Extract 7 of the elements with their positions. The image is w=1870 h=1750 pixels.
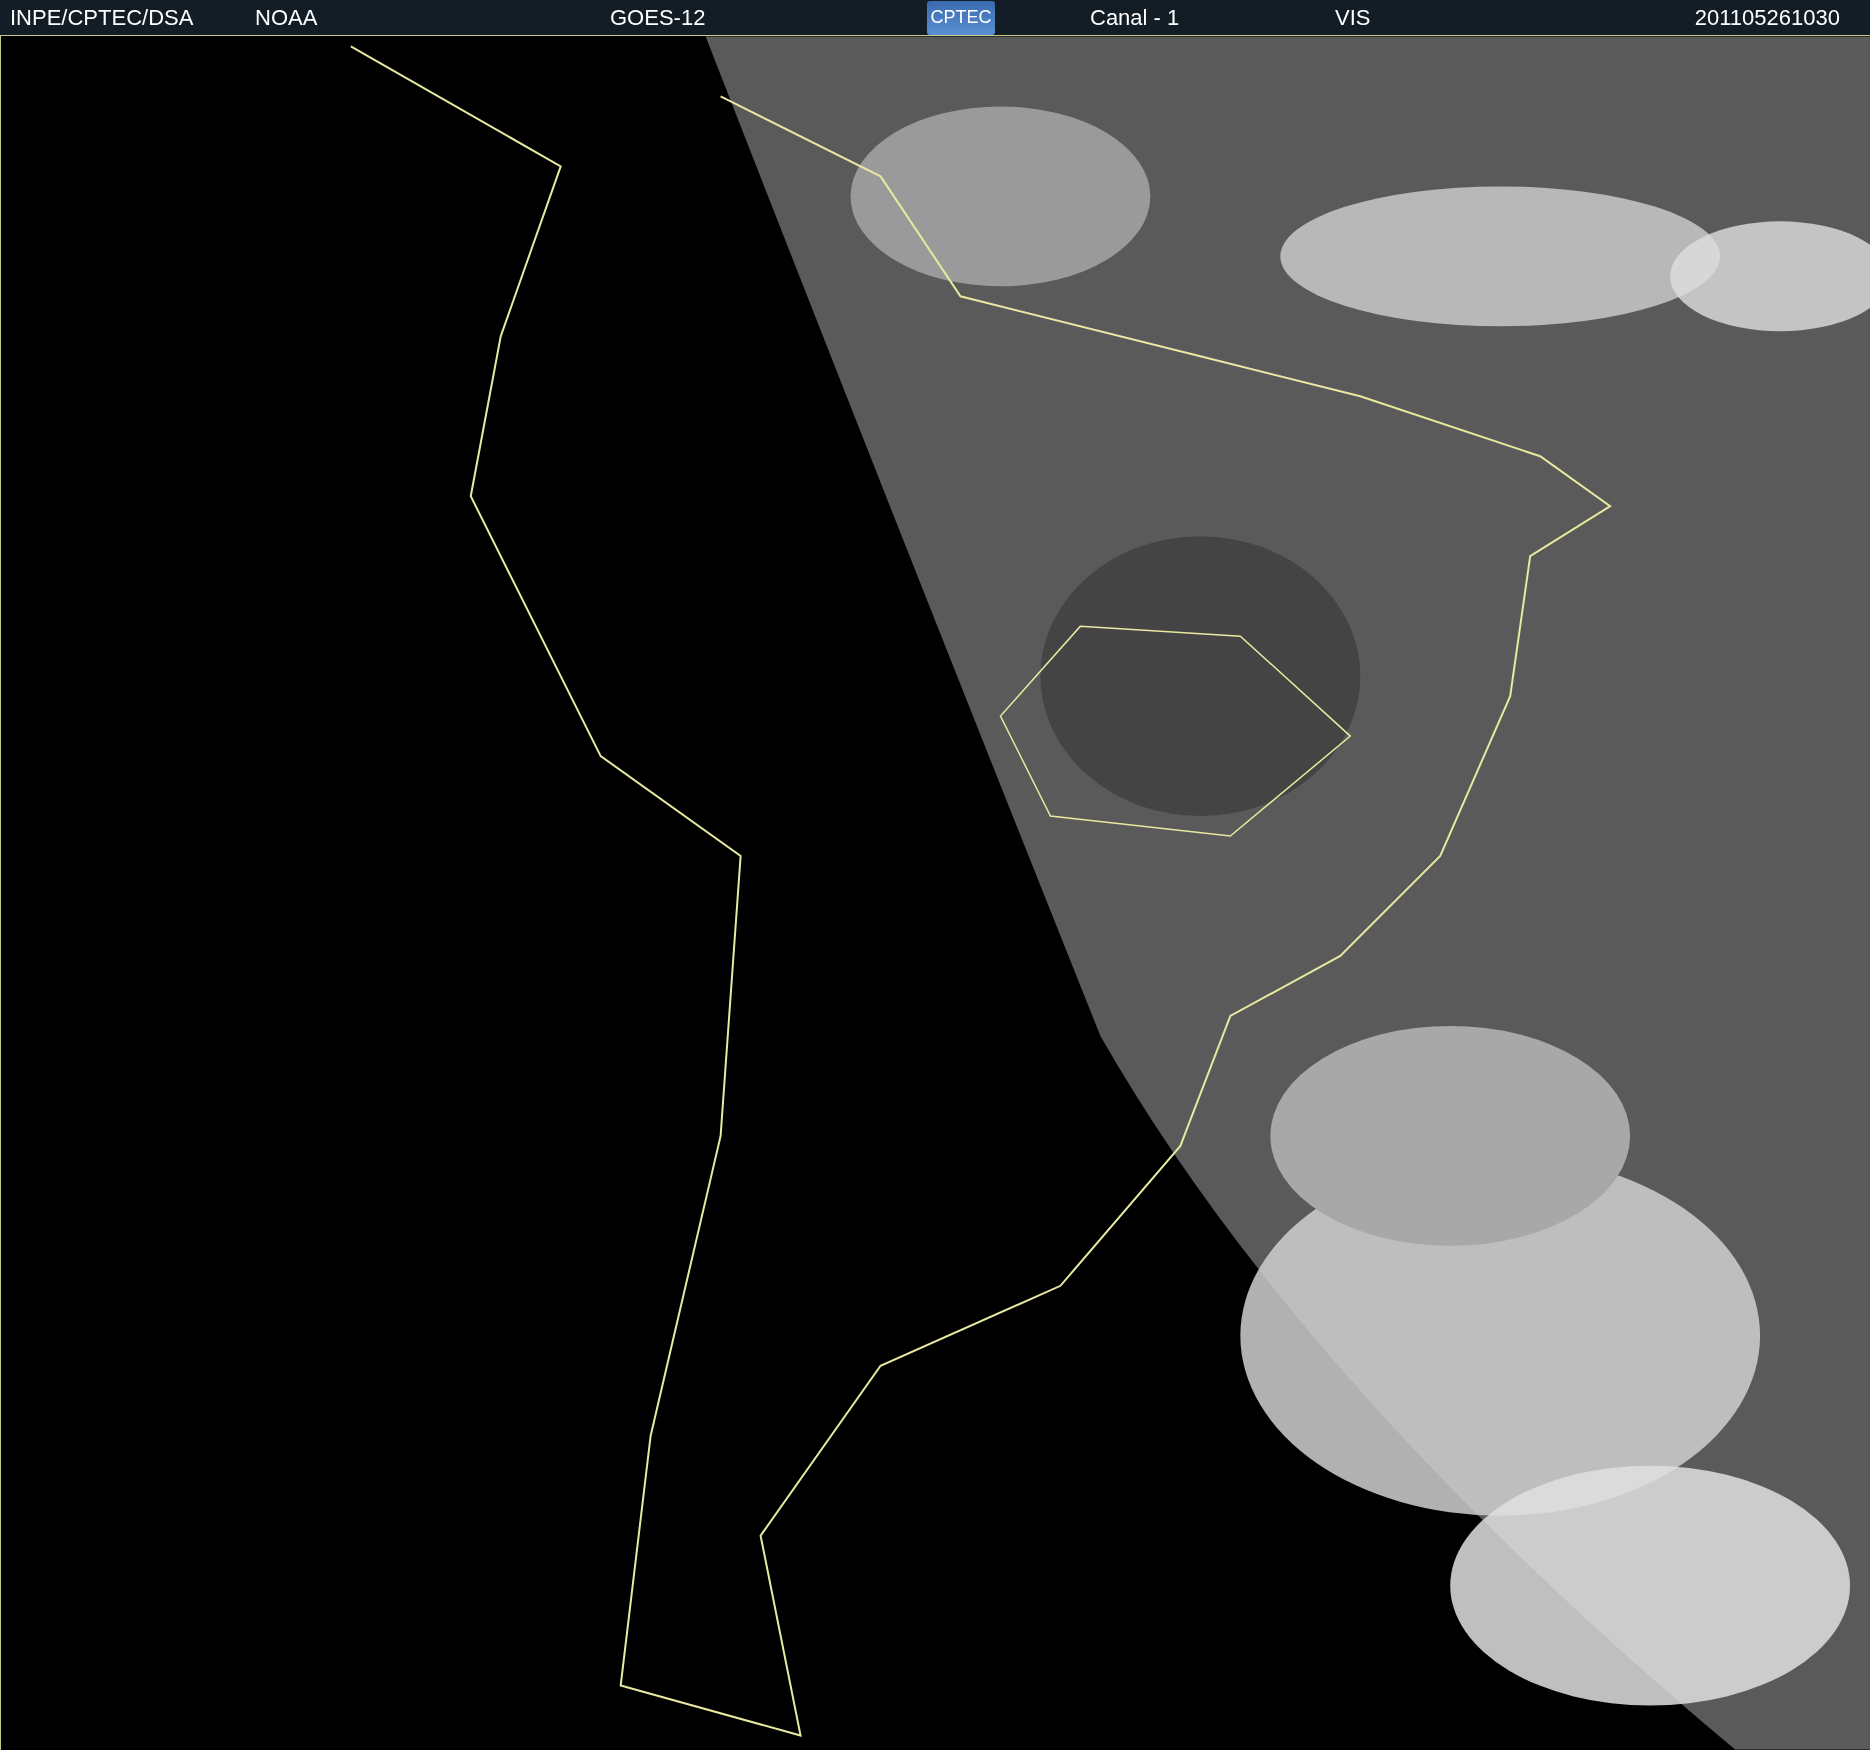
header-text: Canal - 1	[1090, 4, 1180, 31]
header-text: NOAA	[255, 4, 318, 31]
header-text: 201105261030	[1694, 4, 1840, 31]
header-text: GOES-12	[610, 4, 706, 31]
logo: CPTEC	[927, 0, 995, 35]
header-text: INPE/CPTEC/DSA	[10, 4, 194, 31]
header-text: VIS	[1335, 4, 1371, 31]
